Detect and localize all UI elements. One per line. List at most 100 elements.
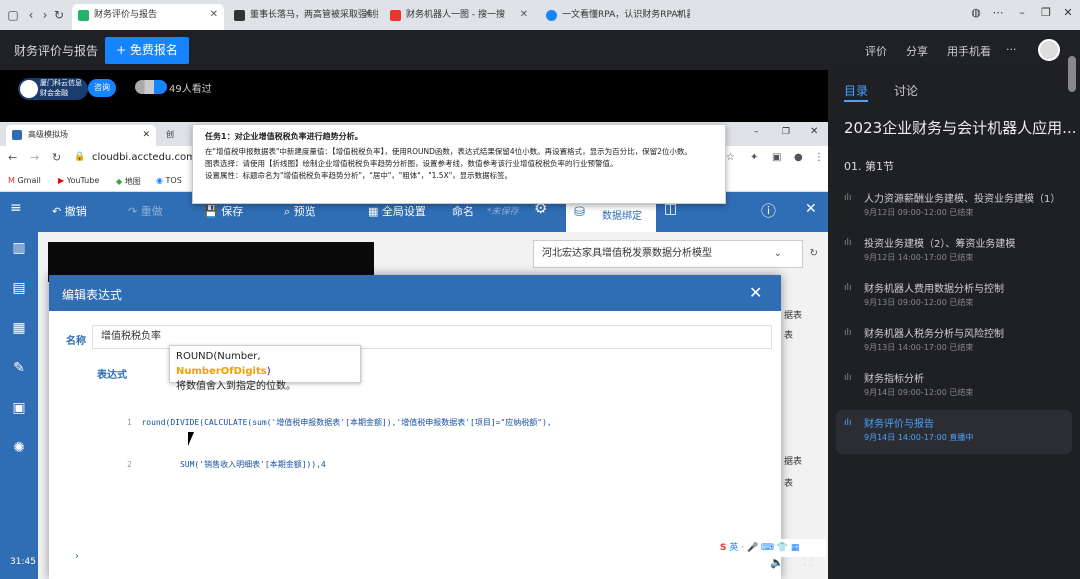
fullscreen-icon[interactable]: ⛶ (804, 556, 812, 570)
gmail-icon: M (8, 176, 15, 185)
lesson-item-live[interactable]: ılı 财务评价与报告 9月14日 14:00-17:00 直播中 (836, 410, 1072, 454)
mobile-link[interactable]: 用手机看 (947, 43, 991, 59)
inner-tab[interactable]: 高级模拟场 ✕ (6, 125, 156, 146)
bookmark-youtube[interactable]: ▶ YouTube (58, 176, 99, 185)
live-bars-icon: ılı (844, 418, 852, 428)
minimize-icon[interactable]: – (1014, 6, 1030, 19)
lesson-item[interactable]: ılı 人力资源薪酬业务建模、投资业务建模（1） 9月12日 09:00-12:… (836, 185, 1072, 229)
close-icon[interactable]: ✕ (749, 283, 762, 302)
building-icon[interactable]: ▤ (11, 280, 27, 296)
bar-chart-icon[interactable]: ▥ (11, 240, 27, 256)
bookmark-tos[interactable]: ◉ TOS (156, 176, 182, 185)
org-name: 厦门科云信息 (40, 79, 82, 87)
save-button[interactable]: 💾 保存 (204, 203, 243, 219)
url-text[interactable]: cloudbi.acctedu.com/c (92, 152, 205, 163)
back-icon[interactable]: ← (8, 151, 17, 164)
name-label: 名称 (66, 336, 86, 347)
code-text: SUM('销售收入明细表'[本期金额])),4 (141, 460, 326, 469)
profile-icon[interactable]: ● (794, 152, 803, 163)
video-player[interactable]: 厦门科云信息 财会金融 咨询 49人看过 高级模拟场 ✕ 创 – ❐ ✕ ← →… (0, 70, 828, 579)
chevron-right-icon[interactable]: › (75, 551, 79, 562)
menu-icon[interactable]: ⋮ (814, 152, 824, 163)
window-close-icon[interactable]: ✕ (1060, 6, 1076, 19)
lesson-item[interactable]: ılı 财务机器人费用数据分析与控制 9月13日 09:00-12:00 已结束 (836, 275, 1072, 319)
side-list-item[interactable]: 表 (784, 476, 793, 489)
ime-status: 英 · 🎤 ⌨ 👕 ▦ (729, 543, 800, 553)
more-menu[interactable]: ··· (1006, 43, 1017, 56)
lesson-item[interactable]: ılı 投资业务建模（2）、筹资业务建模 9月12日 14:00-17:00 已… (836, 230, 1072, 274)
tab-discussion[interactable]: 讨论 (894, 82, 918, 99)
side-list-item[interactable]: 据表 (784, 308, 802, 321)
browser-tab[interactable]: 财务机器人一图 - 搜一搜 ✕ (384, 4, 534, 30)
close-icon[interactable]: ✕ (364, 4, 372, 26)
minimize-icon[interactable]: – (754, 127, 759, 137)
bookmark-gmail[interactable]: M Gmail (8, 176, 41, 185)
sig-part: ) (266, 366, 271, 377)
back-icon[interactable]: ‹ (24, 7, 38, 23)
close-icon[interactable]: ✕ (676, 4, 684, 26)
lesson-item[interactable]: ılı 财务指标分析 9月14日 09:00-12:00 已结束 (836, 365, 1072, 409)
close-icon[interactable]: ✕ (520, 4, 528, 26)
reload-icon[interactable]: ↻ (52, 7, 66, 23)
extension-icon[interactable]: ✦ (750, 152, 758, 163)
lesson-title: 财务评价与报告 (864, 419, 934, 430)
close-icon[interactable]: ✕ (210, 4, 218, 26)
lightbulb-icon[interactable]: ✺ (11, 440, 27, 456)
volume-icon[interactable]: 🔈 (770, 556, 784, 569)
redo-button[interactable]: ↷ 重做 (128, 203, 163, 219)
sidepanel-icon[interactable]: ▣ (772, 152, 781, 163)
refresh-icon[interactable]: ↻ (810, 241, 818, 267)
forward-icon[interactable]: → (30, 151, 39, 164)
undo-button[interactable]: ↶ 撤销 (52, 203, 87, 219)
task-instructions: 任务1：对企业增值税税负率进行趋势分析。 在"增值税申报数据表"中新建度量值：【… (192, 124, 726, 204)
data-table-icon[interactable]: ▣ (11, 400, 27, 416)
close-icon[interactable]: ✕ (142, 125, 150, 145)
tab-list-icon[interactable]: ▢ (6, 7, 20, 23)
bars-icon: ılı (844, 193, 852, 203)
side-list-item[interactable]: 据表 (784, 454, 802, 467)
globe-icon[interactable]: ◍ (968, 6, 984, 19)
signup-button[interactable]: + 免费报名 (105, 37, 189, 64)
inner-tab[interactable]: 创 (162, 125, 192, 146)
help-icon[interactable]: ⓘ (761, 200, 776, 221)
function-tooltip: ROUND(Number, NumberOfDigits) 将数值舍入到指定的位… (169, 345, 361, 392)
article-icon (546, 10, 557, 21)
share-link[interactable]: 分享 (906, 43, 928, 59)
tab-label: 一文看懂RPA，认识财务RPA机器人 (562, 10, 690, 20)
tab-catalog[interactable]: 目录 (844, 82, 868, 99)
rename-button[interactable]: 命名 (452, 203, 474, 219)
expression-editor[interactable]: 1 round(DIVIDE(CALCULATE(sum('增值税申报数据表'[… (127, 388, 777, 469)
bookmark-maps[interactable]: ◆ 地图 (116, 176, 141, 187)
rate-link[interactable]: 评价 (865, 43, 887, 59)
section-title: 01. 第1节 (844, 160, 894, 173)
lesson-title: 财务指标分析 (864, 374, 924, 385)
forward-icon[interactable]: › (38, 7, 52, 23)
restore-icon[interactable]: ❐ (1038, 6, 1054, 19)
scrollbar-thumb[interactable] (1068, 56, 1076, 92)
restore-icon[interactable]: ❐ (782, 127, 790, 137)
model-select[interactable]: 河北宏达家具增值税发票数据分析模型 ⌄ ↻ (533, 240, 818, 268)
side-list-item[interactable]: 表 (784, 328, 793, 341)
preview-button[interactable]: ⌕ 预览 (284, 203, 316, 219)
star-icon[interactable]: ☆ (726, 152, 735, 163)
unsaved-status: *未保存 (487, 207, 519, 217)
edit-expression-dialog: 编辑表达式 ✕ 名称 增值税税负率 表达式 ROUND(Number, Numb… (49, 275, 781, 579)
reload-icon[interactable]: ↻ (52, 151, 61, 164)
browser-tab[interactable]: 董事长落马，两高管被采取强制措施 ✕ (228, 4, 378, 30)
news-icon (234, 10, 245, 21)
avatar[interactable] (1038, 39, 1060, 61)
ime-toolbar[interactable]: S 英 · 🎤 ⌨ 👕 ▦ (716, 539, 826, 557)
browser-tab[interactable]: 一文看懂RPA，认识财务RPA机器人 ✕ (540, 4, 690, 30)
lesson-item[interactable]: ılı 财务机器人税务分析与风险控制 9月13日 14:00-17:00 已结束 (836, 320, 1072, 364)
global-settings-button[interactable]: ▦ 全局设置 (368, 203, 426, 219)
edit-report-icon[interactable]: ✎ (11, 360, 27, 376)
dashboard-icon[interactable]: ▦ (11, 320, 27, 336)
browser-tab-active[interactable]: 财务评价与报告 ✕ (72, 4, 224, 30)
hamburger-icon[interactable]: ≡ (10, 200, 22, 216)
consult-button[interactable]: 咨询 (88, 79, 116, 97)
sig-part: ROUND(Number, (176, 351, 261, 362)
grid-icon: ▦ (368, 205, 379, 218)
more-icon[interactable]: ⋯ (990, 6, 1006, 19)
close-icon[interactable]: ✕ (805, 201, 817, 217)
window-close-icon[interactable]: ✕ (810, 126, 818, 137)
